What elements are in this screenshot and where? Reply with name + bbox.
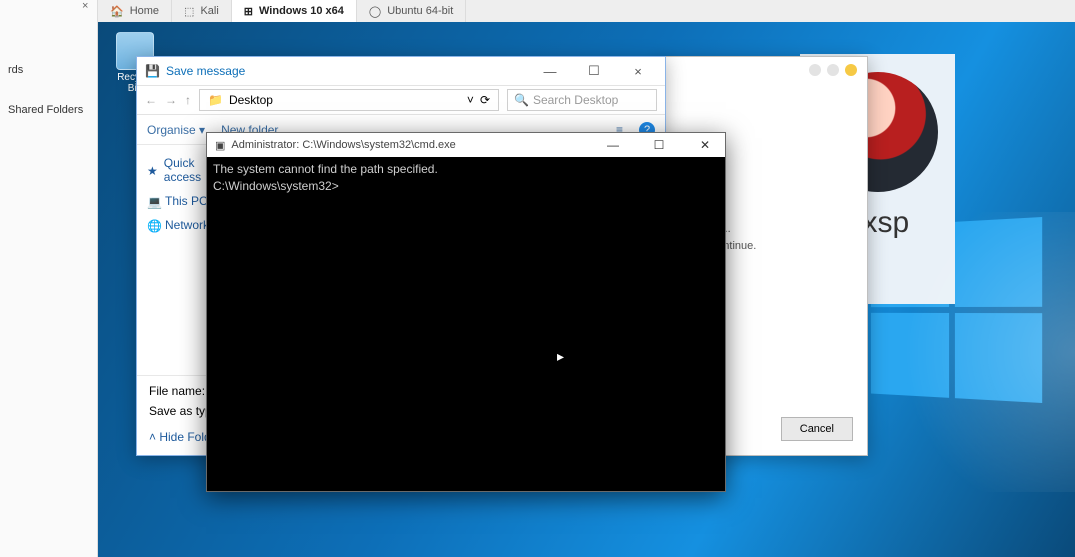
tab-label: Ubuntu 64-bit	[387, 5, 453, 17]
vm-tab-bar: 🏠 Home ⬚ Kali ⊞ Windows 10 x64 ◯ Ubuntu …	[98, 0, 1075, 22]
terminal-output[interactable]: The system cannot find the path specifie…	[207, 157, 725, 491]
cmd-titlebar[interactable]: ▣ Administrator: C:\Windows\system32\cmd…	[207, 133, 725, 157]
current-path: Desktop	[229, 93, 273, 107]
nav-forward-button[interactable]: →	[165, 93, 177, 107]
guest-desktop[interactable]: Recycle Bin 0xsp × SETUP is loading... P…	[98, 22, 1075, 557]
search-icon: 🔍	[514, 93, 529, 107]
tab-ubuntu[interactable]: ◯ Ubuntu 64-bit	[357, 0, 466, 22]
oxsp-text: 0xsp	[800, 206, 955, 240]
minimize-button[interactable]: —	[593, 138, 633, 152]
host-item[interactable]: rds	[0, 60, 97, 80]
address-bar[interactable]: 📁 Desktop ˅ ⟳	[199, 89, 499, 111]
terminal-line: The system cannot find the path specifie…	[213, 161, 719, 178]
indicator-dots	[809, 64, 857, 76]
nav-back-button[interactable]: ←	[145, 93, 157, 107]
refresh-button[interactable]: ⟳	[480, 93, 490, 107]
search-box[interactable]: 🔍 Search Desktop	[507, 89, 657, 111]
host-panel-close[interactable]: ×	[82, 0, 88, 12]
tab-kali[interactable]: ⬚ Kali	[172, 0, 232, 22]
terminal-prompt: C:\Windows\system32>	[213, 178, 719, 195]
tab-windows10[interactable]: ⊞ Windows 10 x64	[232, 0, 357, 22]
windows-icon: ⊞	[244, 5, 253, 18]
home-icon: 🏠	[110, 5, 124, 18]
filename-label: File name:	[149, 384, 205, 398]
ubuntu-icon: ◯	[369, 5, 381, 18]
tab-label: Home	[130, 5, 159, 17]
organise-menu[interactable]: Organise ▾	[147, 123, 205, 137]
mouse-cursor-icon: ▸	[557, 347, 564, 367]
close-button[interactable]: ✕	[685, 138, 725, 152]
pc-icon: 💻	[147, 195, 159, 207]
host-side-panel: × rds Shared Folders	[0, 0, 98, 557]
app-icon: 💾	[145, 64, 160, 78]
cancel-button[interactable]: Cancel	[781, 417, 853, 441]
maximize-button[interactable]: ☐	[575, 63, 613, 79]
folder-icon: 📁	[208, 93, 223, 107]
close-button[interactable]: ×	[619, 64, 657, 79]
nav-up-button[interactable]: ↑	[185, 93, 191, 107]
cmd-title: Administrator: C:\Windows\system32\cmd.e…	[231, 139, 455, 151]
cmd-icon: ▣	[215, 139, 225, 152]
host-item[interactable]: Shared Folders	[0, 100, 97, 120]
windows-logo-wallpaper	[871, 217, 1042, 403]
vm-icon: ⬚	[184, 5, 194, 18]
tab-label: Kali	[200, 5, 218, 17]
tab-label: Windows 10 x64	[259, 5, 344, 17]
path-dropdown[interactable]: ˅	[467, 93, 474, 107]
maximize-button[interactable]: ☐	[639, 138, 679, 152]
search-placeholder: Search Desktop	[533, 93, 618, 107]
tab-home[interactable]: 🏠 Home	[98, 0, 172, 22]
window-title: Save message	[166, 64, 245, 78]
save-dialog-titlebar[interactable]: 💾 Save message — ☐ ×	[137, 57, 665, 85]
minimize-button[interactable]: —	[531, 64, 569, 79]
star-icon: ★	[147, 164, 158, 176]
cmd-window[interactable]: ▣ Administrator: C:\Windows\system32\cmd…	[206, 132, 726, 492]
network-icon: 🌐	[147, 219, 159, 231]
